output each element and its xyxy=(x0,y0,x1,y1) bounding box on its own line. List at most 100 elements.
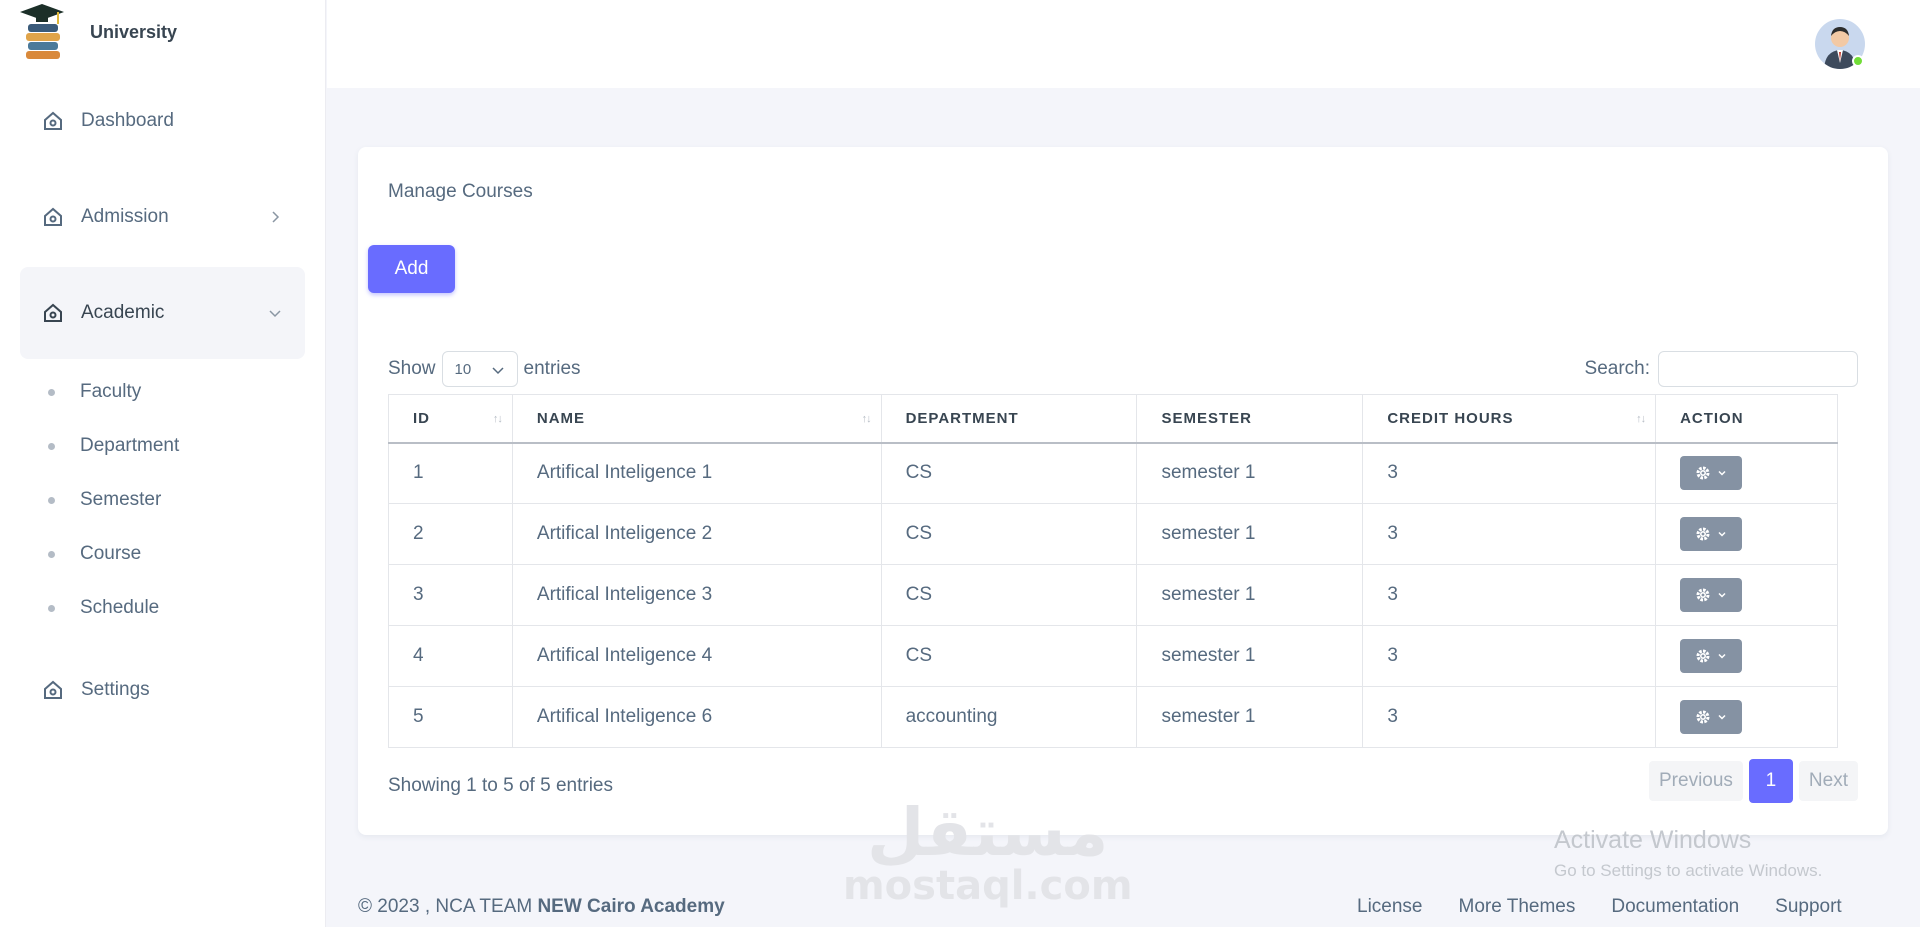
sidebar-subitem-semester[interactable]: Semester xyxy=(48,489,161,511)
cell-id: 5 xyxy=(388,686,513,748)
column-header-label: ACTION xyxy=(1680,409,1744,427)
entries-select-value: 10 xyxy=(454,360,472,378)
manage-courses-card: Manage Courses Add Show 10 entries Searc… xyxy=(358,147,1888,835)
table-row: 4 Artifical Inteligence 4 CS semester 1 … xyxy=(388,625,1838,687)
sidebar-item-settings[interactable]: Settings xyxy=(20,664,305,716)
cell-credit-hours: 3 xyxy=(1362,625,1657,687)
chevron-down-icon xyxy=(492,367,504,375)
cell-id: 3 xyxy=(388,564,513,626)
column-header-label: ID xyxy=(413,409,430,427)
column-header-label: SEMESTER xyxy=(1161,409,1252,427)
sort-icon: ↑↓ xyxy=(1636,413,1646,425)
bullet-icon xyxy=(48,442,55,450)
column-header-name[interactable]: NAME ↑↓ xyxy=(511,394,882,444)
cell-action xyxy=(1655,564,1838,626)
cell-action xyxy=(1655,686,1838,748)
cell-id: 1 xyxy=(388,442,513,504)
action-dropdown-button[interactable] xyxy=(1680,700,1743,734)
action-dropdown-button[interactable] xyxy=(1680,517,1743,551)
cell-action xyxy=(1655,442,1838,504)
footer-link-more-themes[interactable]: More Themes xyxy=(1459,896,1576,918)
cell-id: 4 xyxy=(388,625,513,687)
bullet-icon xyxy=(48,550,55,558)
action-dropdown-button[interactable] xyxy=(1680,578,1743,612)
search-input[interactable] xyxy=(1658,351,1858,387)
footer-link-support[interactable]: Support xyxy=(1775,896,1842,918)
cell-department: CS xyxy=(880,625,1138,687)
pagination-next-button[interactable]: Next xyxy=(1798,761,1858,801)
pagination-previous-button[interactable]: Previous xyxy=(1649,761,1743,801)
footer-org-link[interactable]: NEW Cairo Academy xyxy=(537,896,724,917)
footer-links: License More Themes Documentation Suppor… xyxy=(1357,896,1842,918)
pagination: Previous 1 Next xyxy=(1649,759,1858,803)
table-row: 3 Artifical Inteligence 3 CS semester 1 … xyxy=(388,564,1838,626)
sidebar-subitem-label: Department xyxy=(80,435,180,456)
action-dropdown-button[interactable] xyxy=(1680,456,1743,491)
chevron-right-icon xyxy=(265,207,285,227)
home-icon xyxy=(42,110,64,132)
sidebar-subitem-label: Course xyxy=(80,543,142,564)
cell-name: Artifical Inteligence 1 xyxy=(511,442,882,504)
footer-link-license[interactable]: License xyxy=(1357,896,1423,918)
brand-name: University xyxy=(90,21,178,42)
column-header-semester: SEMESTER xyxy=(1136,394,1364,444)
sidebar-subitem-department[interactable]: Department xyxy=(48,435,179,457)
sidebar-item-label: Admission xyxy=(81,206,169,227)
cell-semester: semester 1 xyxy=(1136,686,1364,748)
sidebar-item-label: Settings xyxy=(81,679,150,700)
column-header-id[interactable]: ID ↑↓ xyxy=(388,394,513,444)
gear-icon xyxy=(1696,588,1710,602)
cell-department: accounting xyxy=(880,686,1138,748)
online-status-badge xyxy=(1852,55,1864,67)
chevron-down-icon xyxy=(1718,653,1726,659)
show-label: Show xyxy=(388,358,436,379)
copyright-text: © 2023 , NCA TEAM xyxy=(358,896,538,917)
entries-select[interactable]: 10 xyxy=(441,351,518,387)
activate-windows-subtitle: Go to Settings to activate Windows. xyxy=(1554,861,1823,880)
cell-department: CS xyxy=(880,503,1138,565)
cell-department: CS xyxy=(880,442,1138,504)
sidebar-subitem-label: Faculty xyxy=(80,381,142,402)
gear-icon xyxy=(1696,649,1710,663)
add-button[interactable]: Add xyxy=(368,245,455,293)
university-logo-icon xyxy=(18,2,68,64)
cell-semester: semester 1 xyxy=(1136,503,1364,565)
chevron-down-icon xyxy=(1718,592,1726,598)
sort-icon: ↑↓ xyxy=(492,413,503,425)
sidebar-subitem-faculty[interactable]: Faculty xyxy=(48,381,141,403)
sidebar-item-academic[interactable]: Academic xyxy=(20,267,305,359)
pagination-page-button[interactable]: 1 xyxy=(1748,759,1793,803)
sidebar-subitem-schedule[interactable]: Schedule xyxy=(48,597,159,619)
action-dropdown-button[interactable] xyxy=(1680,639,1743,673)
sidebar-subitem-course[interactable]: Course xyxy=(48,543,141,565)
column-header-credit-hours[interactable]: CREDIT HOURS ↑↓ xyxy=(1362,394,1657,444)
brand[interactable]: University xyxy=(0,0,325,66)
search-control: Search: xyxy=(1585,351,1858,387)
cell-semester: semester 1 xyxy=(1136,442,1364,504)
gear-icon xyxy=(1696,527,1710,541)
cell-id: 2 xyxy=(388,503,513,565)
watermark-arabic: مستقل xyxy=(867,794,1109,871)
mostaql-watermark: مستقل mostaql.com xyxy=(843,794,1133,907)
sidebar-item-label: Academic xyxy=(81,302,165,323)
bullet-icon xyxy=(48,496,55,504)
cell-credit-hours: 3 xyxy=(1362,686,1657,748)
card-title: Manage Courses xyxy=(388,181,533,202)
column-header-action: ACTION xyxy=(1655,394,1838,444)
cell-name: Artifical Inteligence 4 xyxy=(511,625,882,687)
cell-name: Artifical Inteligence 2 xyxy=(511,503,882,565)
cell-credit-hours: 3 xyxy=(1362,442,1657,504)
footer-link-documentation[interactable]: Documentation xyxy=(1611,896,1739,918)
table-header-row: ID ↑↓ NAME ↑↓ DEPARTMENT SEMESTER CREDIT H… xyxy=(388,394,1838,444)
sidebar-subitem-label: Schedule xyxy=(80,597,160,618)
activate-windows-title: Activate Windows xyxy=(1554,826,1752,854)
sidebar-item-admission[interactable]: Admission xyxy=(20,191,305,243)
column-header-label: NAME xyxy=(536,409,586,427)
column-header-label: CREDIT HOURS xyxy=(1387,409,1514,427)
search-label: Search: xyxy=(1584,358,1650,379)
cell-credit-hours: 3 xyxy=(1362,503,1657,565)
sidebar-subitem-label: Semester xyxy=(80,489,162,510)
sidebar-item-dashboard[interactable]: Dashboard xyxy=(20,95,305,147)
table-info: Showing 1 to 5 of 5 entries xyxy=(388,775,613,796)
table-row: 5 Artifical Inteligence 6 accounting sem… xyxy=(388,686,1838,748)
